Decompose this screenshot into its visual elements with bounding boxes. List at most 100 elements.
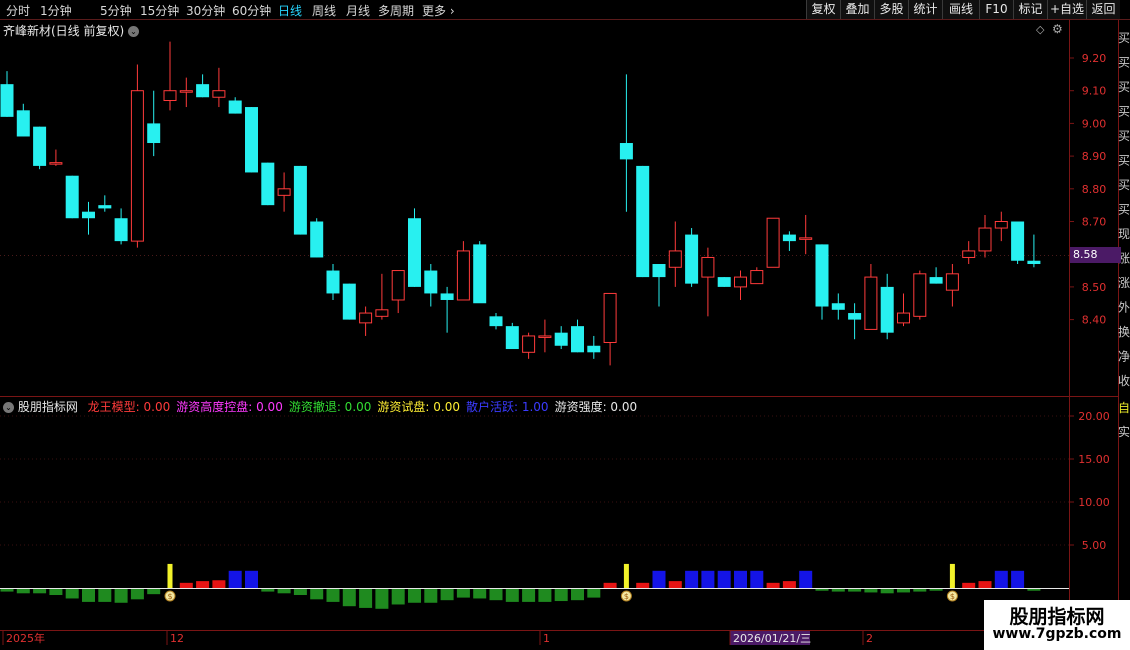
indicator-bar-r — [782, 581, 796, 588]
side-panel-char: 净 — [1118, 350, 1130, 364]
indicator-bar-r — [179, 582, 193, 588]
candle-body-down — [489, 316, 503, 327]
stock-title-text: 齐峰新材(日线 前复权) — [3, 24, 125, 38]
indicator-bar-b — [734, 570, 747, 588]
candle-body-down — [440, 293, 454, 300]
side-panel-char: 买 — [1118, 80, 1130, 94]
indicator-bar-g — [130, 589, 144, 600]
candle-body-down — [473, 244, 487, 304]
indicator-bar-b — [228, 570, 242, 588]
candle-body-down — [408, 218, 421, 287]
side-panel-char: 换 — [1118, 325, 1130, 339]
candle-body-down — [929, 277, 943, 284]
indicator-bar-b — [799, 570, 813, 588]
candle-body-down — [245, 107, 258, 173]
indicator-bar-g — [65, 589, 79, 599]
indicator-bar-g — [587, 589, 601, 598]
indicator-bar-g — [913, 589, 927, 592]
indicator-bar-r — [766, 582, 780, 588]
watermark-title: 股朋指标网 — [1009, 606, 1105, 628]
indicator-bar-g — [571, 589, 584, 601]
indicator-bar-yellow — [949, 563, 955, 588]
candle-body-up — [864, 276, 878, 330]
indicator-bar-g — [82, 589, 95, 602]
candle-body-down — [293, 165, 307, 235]
price-tick-label: 9.10 — [1082, 85, 1107, 98]
chevron-down-icon[interactable]: ⌄ — [128, 26, 140, 37]
indicator-bar-r — [212, 580, 226, 588]
indicator-bar-g — [897, 589, 910, 593]
indicator-bar-b — [245, 570, 258, 588]
side-panel-char: 收 — [1118, 374, 1130, 388]
candle-body-up — [456, 250, 470, 301]
indicator-bar-g — [261, 589, 275, 592]
indicator-bar-g — [310, 589, 324, 600]
candle-body-up — [668, 250, 682, 268]
candle-body-down — [98, 205, 112, 209]
candle-body-down — [685, 234, 699, 284]
indicator-bar-g — [473, 589, 487, 599]
candle-body-up — [391, 270, 405, 301]
indicator-bar-g — [831, 589, 845, 592]
candle-body-up — [750, 270, 764, 285]
indicator-tick-label: 15.00 — [1078, 453, 1110, 466]
kline-chart[interactable]: 9.209.109.008.908.808.708.608.508.40买买买买… — [0, 0, 1130, 650]
indicator-item: 游资试盘: 0.00 — [377, 400, 460, 414]
watermark-logo: 股朋指标网 www.7gpzb.com — [984, 600, 1130, 650]
candle-body-down — [636, 165, 650, 278]
candle-body-down — [505, 326, 519, 350]
chevron-down-icon[interactable]: ⌄ — [3, 402, 14, 413]
indicator-bar-g — [848, 589, 862, 592]
money-bag-symbol: $ — [624, 592, 629, 601]
indicator-bar-g — [1027, 589, 1041, 591]
indicator-bar-g — [293, 589, 307, 596]
indicator-bar-g — [342, 589, 356, 607]
date-label: 2026/01/21/三 — [733, 632, 811, 645]
indicator-bar-r — [668, 581, 682, 588]
indicator-bar-g — [326, 589, 340, 602]
indicator-bar-g — [489, 589, 503, 601]
money-bag-symbol: $ — [950, 592, 955, 601]
candle-body-down — [310, 221, 324, 258]
gear-icon[interactable]: ⚙ — [1052, 22, 1063, 36]
candle-body-up — [277, 188, 291, 196]
date-label: 12 — [170, 632, 184, 645]
candle-body-up — [897, 312, 910, 324]
side-panel-char: 涨 — [1118, 275, 1130, 290]
indicator-bar-g — [815, 589, 829, 591]
side-panel-char: 买 — [1118, 31, 1130, 45]
candle-body-up — [375, 309, 389, 317]
price-tick-label: 8.90 — [1082, 150, 1107, 163]
indicator-bar-g — [375, 589, 389, 609]
side-panel-char: 买 — [1118, 129, 1130, 143]
candle-body-up — [522, 335, 536, 353]
candle-body-up — [799, 237, 813, 240]
date-label: 2025年 — [6, 631, 45, 645]
indicator-values: 龙王模型: 0.00 游资高度控盘: 0.00 游资撤退: 0.00 游资试盘: 0.… — [82, 400, 637, 414]
candle-body-down — [619, 143, 633, 160]
indicator-bar-yellow — [623, 563, 629, 588]
side-panel-char: 买 — [1118, 154, 1130, 168]
price-tick-label: 8.50 — [1082, 281, 1107, 294]
candle-body-up — [163, 90, 177, 102]
indicator-bar-g — [929, 589, 943, 591]
candle-body-up — [766, 217, 780, 268]
candle-body-down — [782, 234, 796, 242]
candle-body-up — [734, 276, 747, 288]
candle-body-down — [831, 303, 845, 310]
candle-body-up — [994, 221, 1008, 229]
indicator-bar-g — [538, 589, 552, 602]
candle-body-up — [179, 90, 193, 93]
indicator-bar-g — [440, 589, 454, 601]
indicator-side-char: 实 — [1118, 424, 1130, 439]
side-panel-char: 买 — [1118, 203, 1130, 217]
indicator-item: 游资撤退: 0.00 — [288, 400, 372, 414]
diamond-icon[interactable]: ◇ — [1036, 23, 1044, 36]
indicator-bar-g — [391, 589, 405, 605]
candle-body-up — [49, 162, 63, 165]
indicator-header: ⌄ 股朋指标网 龙王模型: 0.00 游资高度控盘: 0.00 游资撤退: 0.00… — [3, 398, 637, 415]
side-panel-char: 买 — [1118, 56, 1130, 70]
indicator-bar-b — [750, 570, 764, 588]
indicator-bar-r — [636, 582, 650, 588]
indicator-name[interactable]: 股朋指标网 — [18, 400, 78, 414]
